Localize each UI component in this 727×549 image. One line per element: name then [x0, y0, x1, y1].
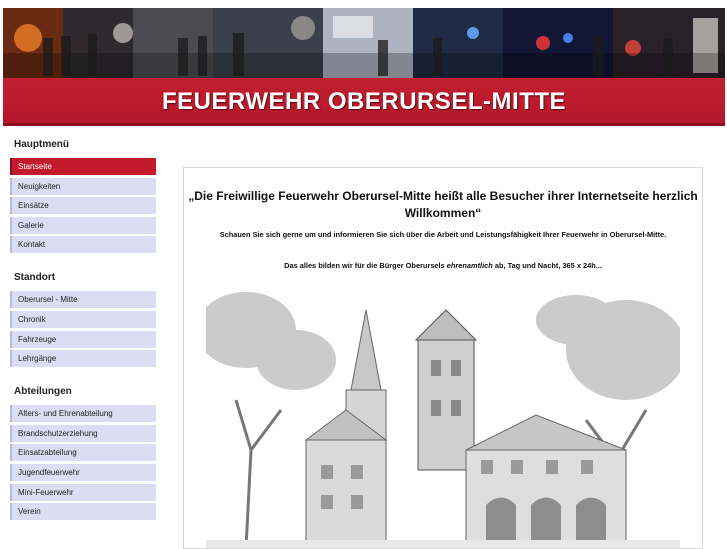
- nav-standort: Oberursel - Mitte Chronik Fahrzeuge Lehr…: [10, 291, 156, 368]
- nav-item-mini-feuerwehr[interactable]: Mini-Feuerwehr: [10, 483, 156, 501]
- header-photo-banner: [3, 8, 725, 78]
- nav-item-fahrzeuge[interactable]: Fahrzeuge: [10, 330, 156, 348]
- nav-item-galerie[interactable]: Galerie: [10, 216, 156, 234]
- intro-text: Schauen Sie sich gerne um und informiere…: [219, 230, 667, 239]
- firefighter-photo-collage: [3, 8, 725, 78]
- nav-abteilungen: Alters- und Ehrenabteilung Brandschutzer…: [10, 405, 156, 521]
- nav-item-jugendfeuerwehr[interactable]: Jugendfeuerwehr: [10, 463, 156, 481]
- nav-item-chronik[interactable]: Chronik: [10, 310, 156, 328]
- nav-item-kontakt[interactable]: Kontakt: [10, 236, 156, 254]
- section-heading-standort: Standort: [14, 272, 56, 284]
- site-title: FEUERWEHR OBERURSEL-MITTE: [161, 88, 567, 115]
- site-title-bar: FEUERWEHR OBERURSEL-MITTE: [3, 78, 725, 126]
- tagline-emphasis: ehrenamtlich: [446, 261, 493, 270]
- nav-item-brandschutzerziehung[interactable]: Brandschutzerziehung: [10, 424, 156, 442]
- nav-hauptmenue: Startseite Neuigkeiten Einsätze Galerie …: [10, 158, 156, 254]
- welcome-line-1: „Die Freiwillige Feuerwehr Oberursel-Mit…: [188, 189, 698, 203]
- nav-item-einsatzabteilung[interactable]: Einsatzabteilung: [10, 444, 156, 462]
- section-heading-abteilungen: Abteilungen: [14, 386, 72, 398]
- main-content: „Die Freiwillige Feuerwehr Oberursel-Mit…: [183, 167, 703, 549]
- tagline: Das alles bilden wir für die Bürger Ober…: [184, 261, 702, 270]
- nav-item-einsaetze[interactable]: Einsätze: [10, 197, 156, 215]
- tagline-before: Das alles bilden wir für die Bürger Ober…: [284, 261, 447, 270]
- nav-item-alters-ehrenabteilung[interactable]: Alters- und Ehrenabteilung: [10, 405, 156, 423]
- tagline-after: ab, Tag und Nacht, 365 x 24h...: [492, 261, 602, 270]
- welcome-heading: „Die Freiwillige Feuerwehr Oberursel-Mit…: [184, 188, 702, 222]
- nav-item-verein[interactable]: Verein: [10, 503, 156, 521]
- sidebar: Hauptmenü Startseite Neuigkeiten Einsätz…: [10, 138, 156, 523]
- welcome-line-2: Willkommen“: [404, 206, 482, 220]
- section-heading-hauptmenue: Hauptmenü: [14, 139, 69, 150]
- fire-station-sketch-image: [206, 290, 680, 548]
- nav-item-startseite[interactable]: Startseite: [10, 158, 156, 175]
- nav-item-neuigkeiten[interactable]: Neuigkeiten: [10, 177, 156, 195]
- nav-item-lehrgaenge[interactable]: Lehrgänge: [10, 350, 156, 368]
- nav-item-oberursel-mitte[interactable]: Oberursel - Mitte: [10, 291, 156, 309]
